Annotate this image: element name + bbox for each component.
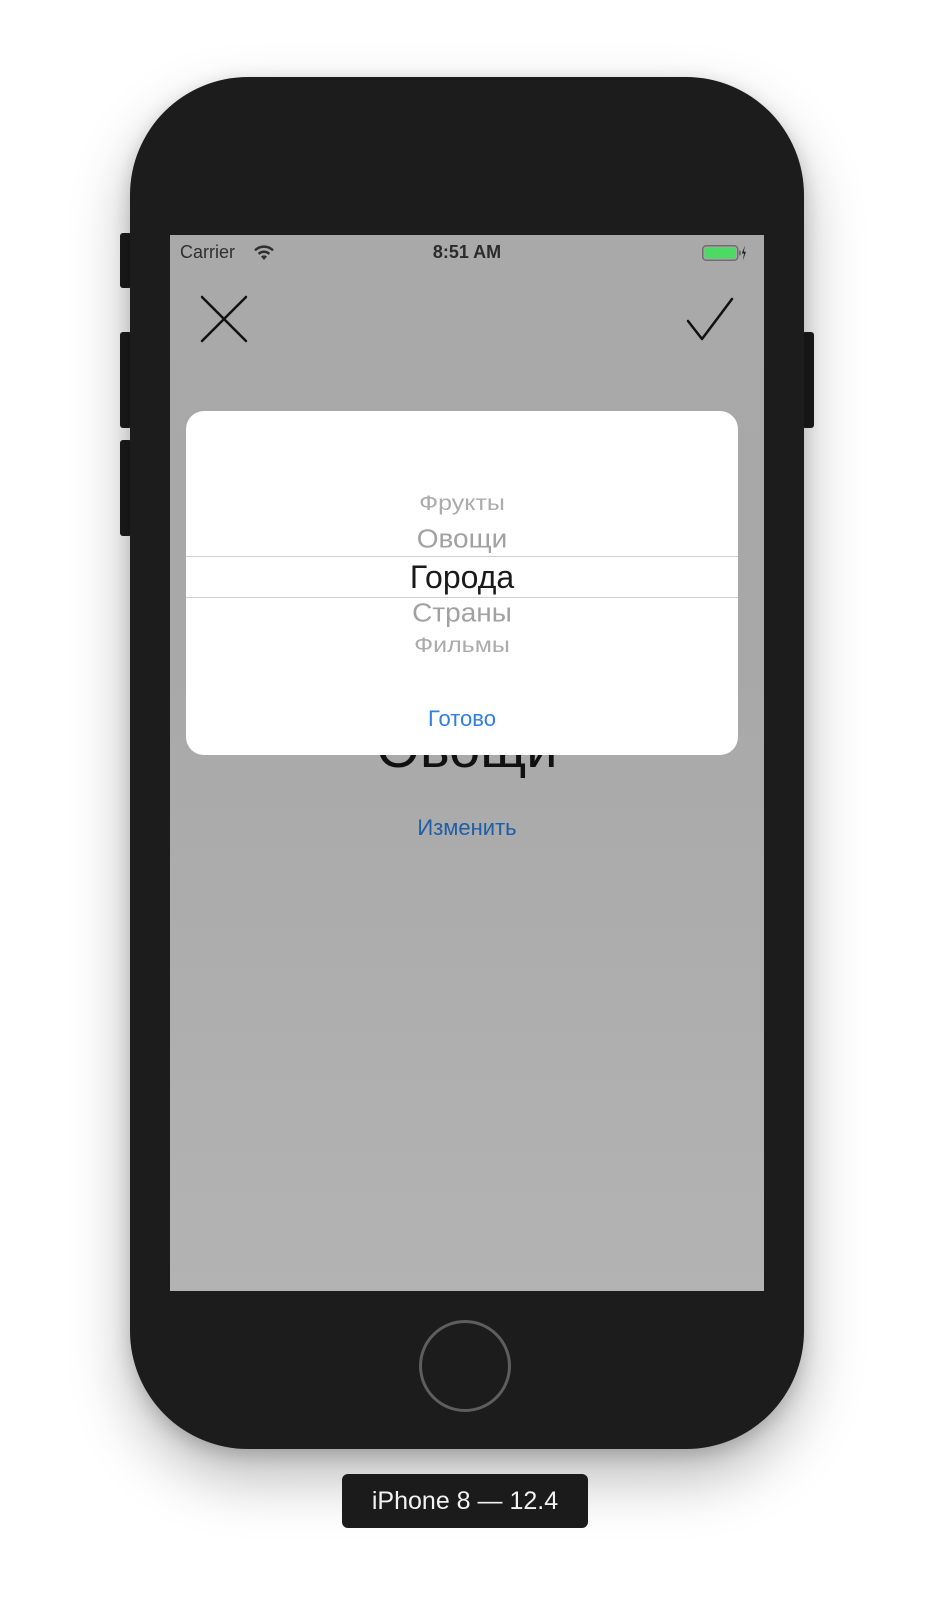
picker-option-selected[interactable]: Города — [186, 559, 738, 596]
picker-option[interactable]: Фрукты — [186, 491, 738, 516]
status-bar: Carrier 8:51 AM — [170, 235, 764, 271]
picker-sheet: Фрукты Овощи Города Страны Фильмы Готово — [186, 411, 738, 755]
selection-indicator-top — [186, 556, 738, 557]
checkmark-icon[interactable] — [685, 295, 735, 343]
picker-option[interactable]: Фильмы — [186, 633, 738, 658]
change-button[interactable]: Изменить — [170, 815, 764, 841]
simulator-window: Carrier 8:51 AM Овощи Изменить — [0, 0, 932, 1598]
device-name-label: iPhone 8 — 12.4 — [342, 1474, 588, 1528]
battery-charging-icon — [702, 245, 746, 261]
close-icon[interactable] — [200, 295, 248, 343]
status-time: 8:51 AM — [432, 242, 502, 262]
category-picker-wheel[interactable]: Фрукты Овощи Города Страны Фильмы — [186, 481, 738, 671]
device-screen: Carrier 8:51 AM Овощи Изменить — [170, 235, 764, 1291]
home-button[interactable] — [419, 1320, 511, 1412]
done-button[interactable]: Готово — [186, 706, 738, 732]
picker-option[interactable]: Овощи — [186, 524, 738, 554]
picker-option[interactable]: Страны — [186, 598, 738, 628]
